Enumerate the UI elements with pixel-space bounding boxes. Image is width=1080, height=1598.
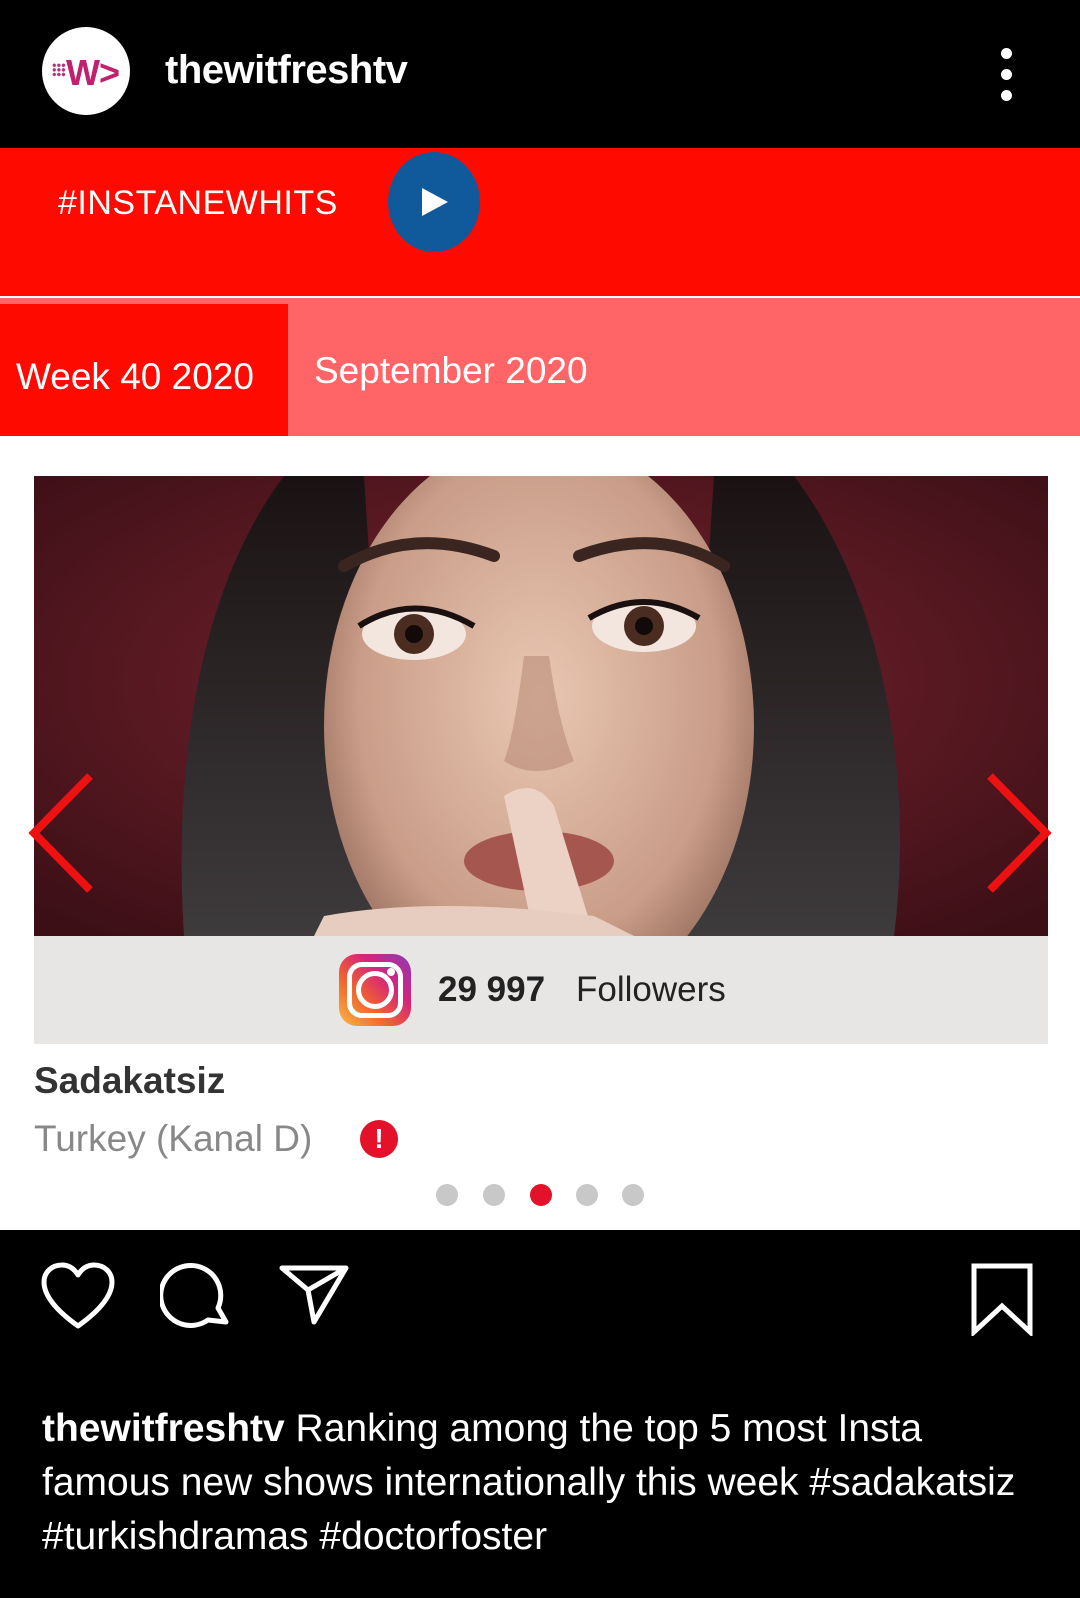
show-title: Sadakatsiz: [34, 1060, 226, 1101]
alert-icon: !: [360, 1120, 398, 1158]
tab-month: September 2020: [314, 350, 588, 391]
share-send-icon[interactable]: [278, 1262, 350, 1326]
show-card: 29 997 Followers: [34, 476, 1048, 1046]
followers-label: Followers: [576, 970, 726, 1009]
caption-handle[interactable]: thewitfreshtv: [42, 1407, 285, 1450]
more-dot: [1001, 90, 1012, 101]
post-actions: [0, 1230, 1080, 1360]
carousel-dot: [622, 1184, 644, 1206]
post-header: W> thewitfreshtv: [0, 0, 1080, 148]
banner-hashtag: #INSTANEWHITS: [58, 184, 338, 222]
carousel-dot: [436, 1184, 458, 1206]
show-subtitle: Turkey (Kanal D): [34, 1118, 313, 1159]
play-icon: [388, 152, 480, 252]
period-tabs: Week 40 2020 September 2020: [0, 298, 1080, 436]
followers-count: 29 997: [438, 970, 546, 1009]
profile-avatar[interactable]: W>: [42, 27, 130, 115]
post-image[interactable]: #INSTANEWHITS Week 40 2020 September 202…: [0, 148, 1080, 1230]
more-dot: [1001, 48, 1012, 59]
more-options-icon[interactable]: [998, 44, 1018, 104]
bookmark-icon[interactable]: [970, 1262, 1034, 1336]
portrait-illustration: [34, 476, 1048, 936]
followers-bar: 29 997 Followers: [34, 936, 1048, 1044]
show-photo: [34, 476, 1048, 936]
chevron-left-icon[interactable]: [22, 768, 102, 898]
comment-icon[interactable]: [160, 1260, 232, 1332]
like-heart-icon[interactable]: [40, 1262, 116, 1330]
profile-handle[interactable]: thewitfreshtv: [165, 48, 408, 93]
post-banner: #INSTANEWHITS: [0, 148, 1080, 296]
avatar-dots-decoration: [52, 63, 66, 77]
instagram-icon: [339, 954, 411, 1026]
carousel-dot-active: [530, 1184, 552, 1206]
chevron-right-icon[interactable]: [978, 768, 1058, 898]
carousel-dot: [483, 1184, 505, 1206]
carousel-indicator: [436, 1184, 656, 1208]
more-dot: [1001, 69, 1012, 80]
tab-week: Week 40 2020: [16, 356, 254, 397]
post-caption: thewitfreshtv Ranking among the top 5 mo…: [42, 1402, 1042, 1564]
avatar-logo-text: W>: [66, 52, 120, 93]
carousel-dot: [576, 1184, 598, 1206]
